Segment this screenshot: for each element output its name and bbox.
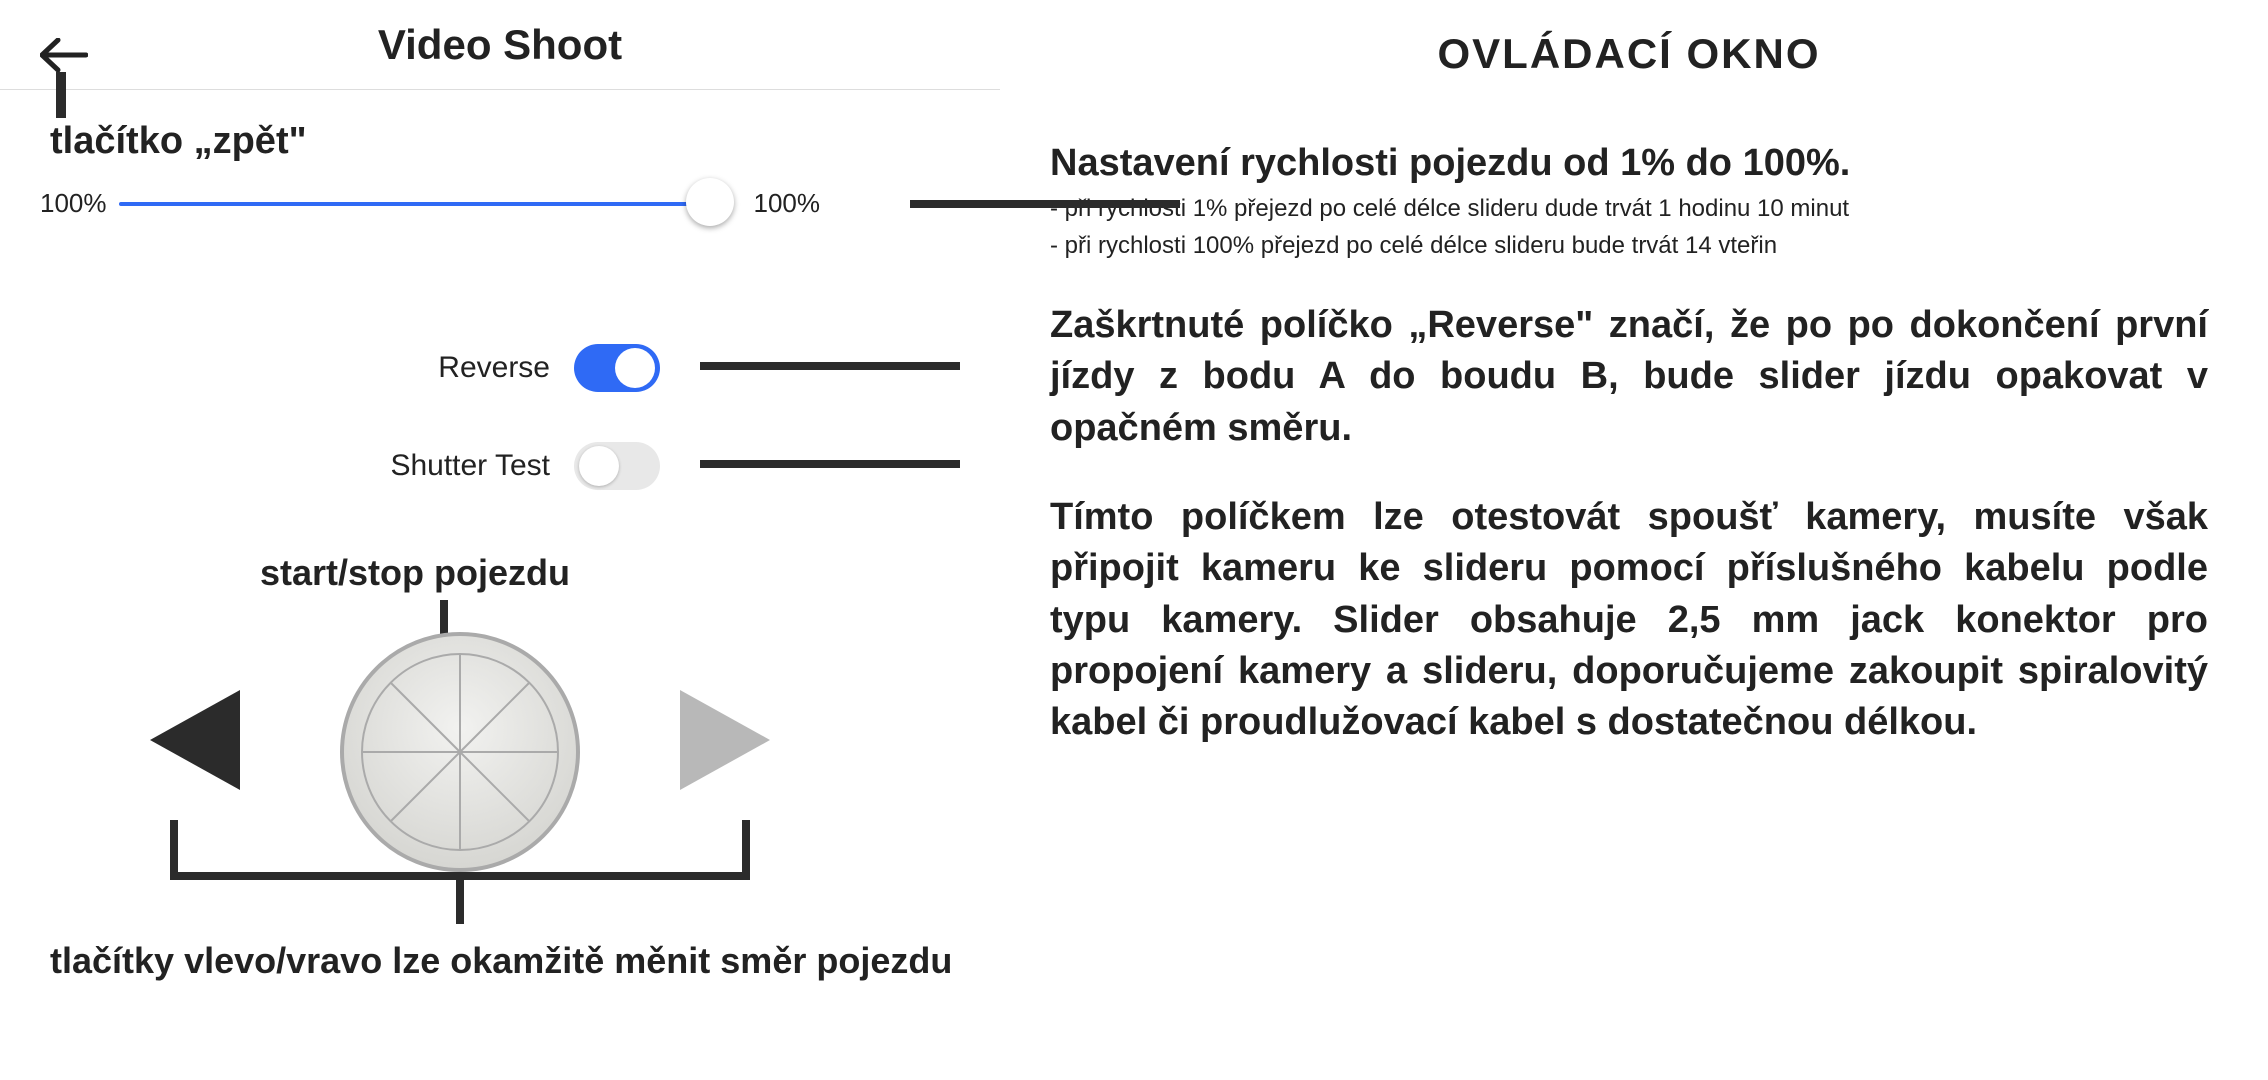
transport-controls bbox=[140, 620, 780, 890]
reverse-label: Reverse bbox=[300, 351, 550, 385]
callout-line bbox=[56, 72, 66, 118]
app-title: Video Shoot bbox=[30, 21, 970, 69]
bracket-line bbox=[456, 880, 464, 924]
slider-thumb-icon[interactable] bbox=[686, 178, 734, 226]
connector-line bbox=[910, 200, 1180, 208]
speed-slider-row: 100% 100% bbox=[40, 188, 820, 219]
direction-label: tlačítky vlevo/vravo lze okamžitě měnit … bbox=[50, 940, 952, 982]
connector-line bbox=[700, 362, 960, 370]
reverse-row: Reverse bbox=[300, 344, 660, 392]
shutter-test-toggle[interactable] bbox=[574, 442, 660, 490]
slider-min-label: 100% bbox=[40, 188, 107, 219]
startstop-label: start/stop pojezdu bbox=[260, 552, 570, 594]
slider-value-label: 100% bbox=[754, 188, 821, 219]
reverse-text: Zaškrtnuté políčko „Reverse" značí, že p… bbox=[1050, 300, 2208, 454]
shutter-test-row: Shutter Test bbox=[300, 442, 660, 490]
bracket-line bbox=[170, 820, 750, 880]
page-title: OVLÁDACÍ OKNO bbox=[1050, 30, 2208, 78]
direction-left-button[interactable] bbox=[150, 690, 240, 795]
direction-right-button[interactable] bbox=[680, 690, 770, 795]
speed-heading: Nastavení rychlosti pojezdu od 1% do 100… bbox=[1050, 138, 2208, 189]
toggle-knob-icon bbox=[615, 348, 655, 388]
info-panel: OVLÁDACÍ OKNO Nastavení rychlosti pojezd… bbox=[1000, 0, 2268, 1080]
speed-slider[interactable] bbox=[119, 190, 714, 218]
speed-bullet-2: - při rychlosti 100% přejezd po celé dél… bbox=[1050, 230, 2208, 262]
speed-section: Nastavení rychlosti pojezdu od 1% do 100… bbox=[1050, 138, 2208, 262]
back-button-label: tlačítko „zpět" bbox=[50, 120, 307, 163]
connector-line bbox=[700, 460, 960, 468]
reverse-toggle[interactable] bbox=[574, 344, 660, 392]
toggle-knob-icon bbox=[579, 446, 619, 486]
speed-bullet-1: - při rychlosti 1% přejezd po celé délce… bbox=[1050, 193, 2208, 225]
app-header: Video Shoot bbox=[0, 0, 1000, 90]
shutter-test-label: Shutter Test bbox=[300, 449, 550, 483]
app-mock: Video Shoot tlačítko „zpět" 100% 100% Re… bbox=[0, 0, 1000, 1080]
shutter-text: Tímto políčkem lze otestovát spoušť kame… bbox=[1050, 492, 2208, 748]
shutter-section: Tímto políčkem lze otestovát spoušť kame… bbox=[1050, 492, 2208, 748]
reverse-section: Zaškrtnuté políčko „Reverse" značí, že p… bbox=[1050, 300, 2208, 454]
